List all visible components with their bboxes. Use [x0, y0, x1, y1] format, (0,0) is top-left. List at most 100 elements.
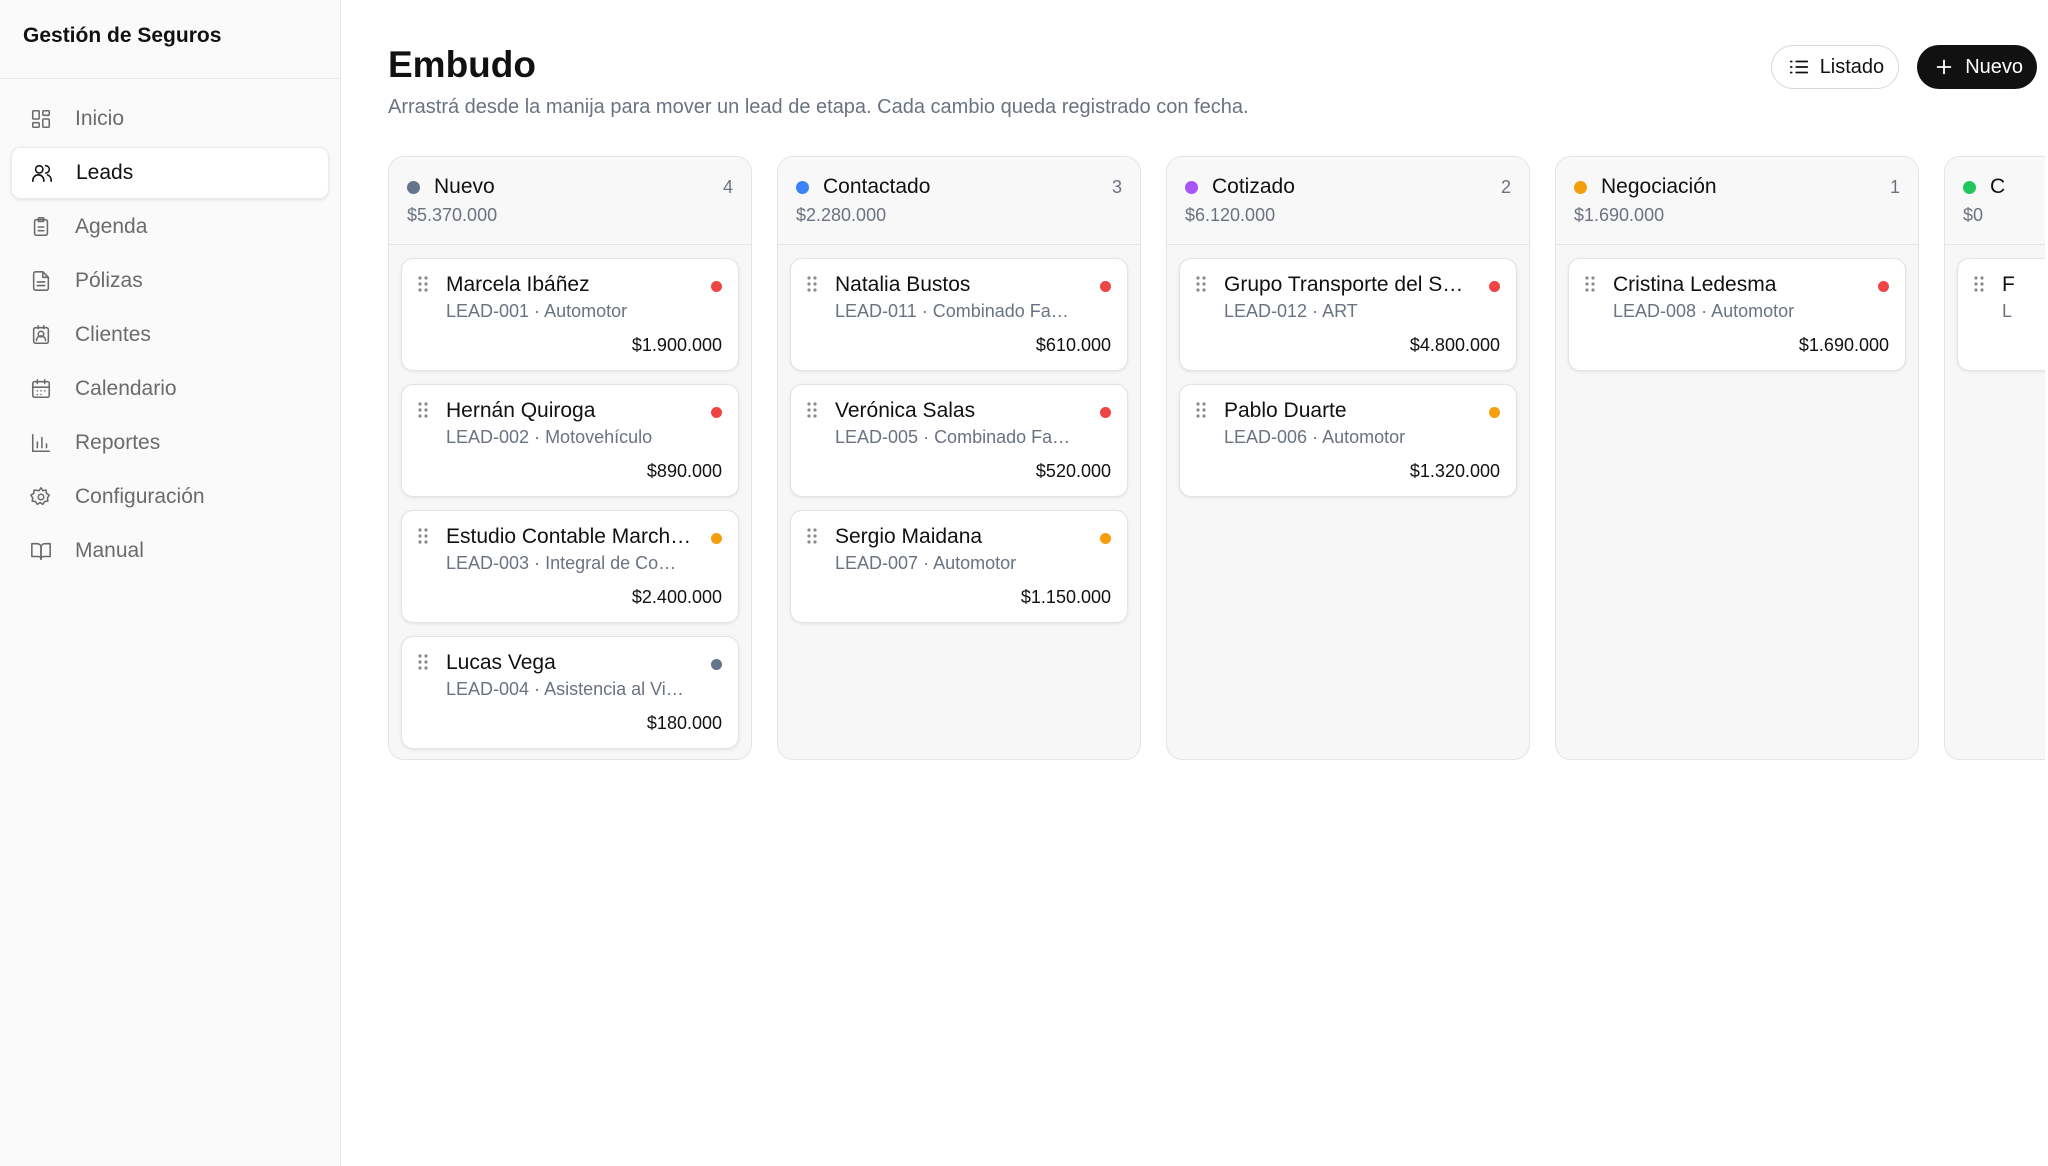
lead-product: Asistencia al Vi… — [544, 679, 684, 699]
lead-card[interactable]: Marcela Ibáñez LEAD-001 · Automotor $1.900… — [401, 258, 739, 371]
drag-handle-icon[interactable] — [1195, 275, 1207, 293]
lead-product: Automotor — [544, 301, 628, 321]
sidebar-item-label: Inicio — [75, 107, 125, 130]
column-title: Nuevo — [434, 175, 495, 198]
lead-amount: $1.150.000 — [1020, 587, 1111, 607]
lead-card[interactable]: Sergio Maidana LEAD-007 · Automotor $1.150… — [790, 510, 1128, 623]
drag-handle-icon[interactable] — [806, 527, 818, 545]
lead-card[interactable]: Cristina Ledesma LEAD-008 · Automotor $1.6… — [1568, 258, 1906, 371]
lead-amount: $890.000 — [646, 461, 722, 481]
lead-product: Automotor — [1322, 427, 1406, 447]
brand-title: Gestión de Seguros — [0, 0, 340, 79]
lead-meta: LEAD-005 · Combinado Fa… — [835, 427, 1085, 448]
card-list: Natalia Bustos LEAD-011 · Combinado Fa… $6… — [778, 245, 1140, 649]
lead-meta: LEAD-007 · Automotor — [835, 553, 1085, 574]
sidebar-item-label: Calendario — [75, 377, 177, 400]
kanban-viewport[interactable]: Nuevo 4 $5.370.000 Marcela Ibáñez LEAD-001 ·… — [388, 119, 2045, 760]
meta-separator: · — [1307, 301, 1323, 321]
lead-meta: LEAD-011 · Combinado Fa… — [835, 301, 1085, 322]
lead-product: Automotor — [1711, 301, 1795, 321]
stage-color-dot — [796, 180, 809, 194]
meta-separator: · — [1696, 301, 1712, 321]
lead-product: Integral de Co… — [545, 553, 677, 573]
column-header: C $0 — [1945, 157, 2045, 245]
lead-card[interactable]: FL — [1957, 258, 2045, 371]
sidebar-nav: Inicio Leads Agenda Pólizas Clientes Calendar… — [0, 79, 340, 593]
column-total: $2.280.000 — [796, 205, 887, 225]
lead-name: Natalia Bustos — [835, 273, 971, 296]
drag-handle-icon[interactable] — [1584, 275, 1596, 293]
drag-handle-icon[interactable] — [806, 275, 818, 293]
sidebar-item-clientes[interactable]: Clientes — [11, 309, 329, 361]
lead-card[interactable]: Lucas Vega LEAD-004 · Asistencia al Vi… $1… — [401, 636, 739, 749]
meta-separator: · — [918, 553, 934, 573]
contact-icon — [29, 323, 53, 347]
meta-separator: · — [918, 427, 935, 447]
drag-handle-icon[interactable] — [417, 527, 429, 545]
lead-meta: LEAD-003 · Integral de Co… — [446, 553, 696, 574]
lead-code: LEAD-003 — [446, 553, 530, 573]
lead-code: LEAD-001 — [446, 301, 530, 321]
pipeline-column[interactable]: Nuevo 4 $5.370.000 Marcela Ibáñez LEAD-001 ·… — [388, 156, 752, 760]
lead-meta: LEAD-006 · Automotor — [1224, 427, 1474, 448]
meta-separator: · — [529, 301, 545, 321]
drag-handle-icon[interactable] — [417, 275, 429, 293]
column-count: 3 — [1111, 177, 1122, 197]
column-title: C — [1990, 175, 2006, 198]
drag-handle-icon[interactable] — [806, 401, 818, 419]
new-lead-button[interactable]: Nuevo — [1917, 45, 2037, 89]
pipeline-column[interactable]: Contactado 3 $2.280.000 Natalia Bustos LEAD-… — [777, 156, 1141, 760]
lead-card[interactable]: Hernán Quiroga LEAD-002 · Motovehículo $89… — [401, 384, 739, 497]
lead-product: ART — [1322, 301, 1358, 321]
card-list: Grupo Transporte del Su… LEAD-012 · ART $4… — [1167, 245, 1529, 523]
priority-dot — [711, 533, 722, 544]
sidebar-item-calendario[interactable]: Calendario — [11, 363, 329, 415]
list-view-label: Listado — [1819, 55, 1885, 78]
lead-card[interactable]: Pablo Duarte LEAD-006 · Automotor $1.320.0… — [1179, 384, 1517, 497]
sidebar-item-manual[interactable]: Manual — [11, 525, 329, 577]
sidebar-item-agenda[interactable]: Agenda — [11, 201, 329, 253]
lead-card[interactable]: Grupo Transporte del Su… LEAD-012 · ART $4… — [1179, 258, 1517, 371]
page-subtitle: Arrastrá desde la manija para mover un l… — [388, 96, 1249, 118]
drag-handle-icon[interactable] — [417, 653, 429, 671]
meta-separator: · — [529, 427, 546, 447]
pipeline-column[interactable]: Negociación 1 $1.690.000 Cristina Ledesma LE… — [1555, 156, 1919, 760]
stage-color-dot — [1574, 180, 1587, 194]
sidebar-item-configuracion[interactable]: Configuración — [11, 471, 329, 523]
list-view-button[interactable]: Listado — [1770, 45, 1900, 89]
priority-dot — [1100, 533, 1111, 544]
drag-handle-icon[interactable] — [1195, 401, 1207, 419]
clipboard-icon — [29, 215, 53, 239]
lead-card[interactable]: Natalia Bustos LEAD-011 · Combinado Fa… $6… — [790, 258, 1128, 371]
priority-dot — [711, 281, 722, 292]
column-total: $1.690.000 — [1574, 205, 1665, 225]
grid-icon — [29, 107, 53, 131]
meta-separator: · — [529, 679, 545, 699]
pipeline-column[interactable]: C $0 F L — [1944, 156, 2045, 760]
priority-dot — [711, 659, 722, 670]
lead-card[interactable]: Verónica Salas LEAD-005 · Combinado Fa… $5… — [790, 384, 1128, 497]
lead-code: LEAD-005 — [835, 427, 919, 447]
sidebar-item-label: Clientes — [75, 323, 151, 346]
sidebar-item-reportes[interactable]: Reportes — [11, 417, 329, 469]
drag-handle-icon[interactable] — [417, 401, 429, 419]
stage-color-dot — [407, 180, 420, 194]
sidebar-item-inicio[interactable]: Inicio — [11, 93, 329, 145]
lead-meta: LEAD-002 · Motovehículo — [446, 427, 696, 448]
lead-meta: LEAD-008 · Automotor — [1613, 301, 1863, 322]
sidebar: Gestión de Seguros Inicio Leads Agenda Póli… — [0, 0, 341, 1166]
lead-name: Estudio Contable Marchetti — [446, 525, 696, 548]
lead-code: LEAD-004 — [446, 679, 530, 699]
lead-product: Motovehículo — [545, 427, 653, 447]
sidebar-item-label: Reportes — [75, 431, 161, 454]
column-title: Contactado — [823, 175, 931, 198]
sidebar-item-polizas[interactable]: Pólizas — [11, 255, 329, 307]
sidebar-item-leads[interactable]: Leads — [11, 147, 329, 199]
drag-handle-icon[interactable] — [1973, 275, 1985, 293]
lead-code: LEAD-012 — [1224, 301, 1308, 321]
pipeline-column[interactable]: Cotizado 2 $6.120.000 Grupo Transporte del … — [1166, 156, 1530, 760]
lead-code: LEAD-007 — [835, 553, 919, 573]
priority-dot — [1100, 407, 1111, 418]
list-icon — [1789, 60, 1808, 74]
lead-card[interactable]: Estudio Contable Marchetti LEAD-003 · Int… — [401, 510, 739, 623]
